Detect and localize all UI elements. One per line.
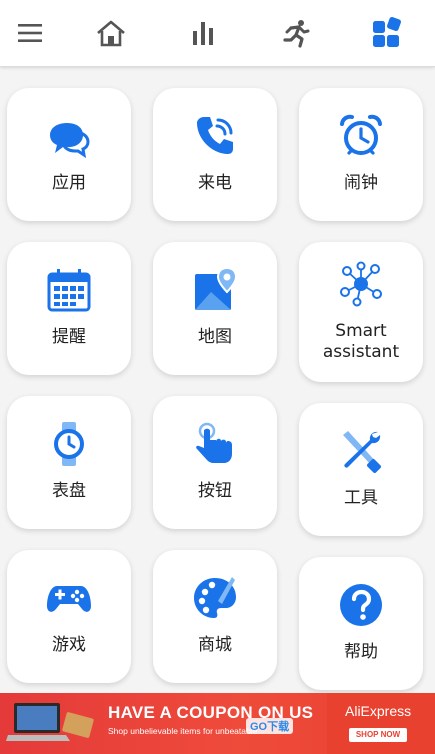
- tile-games-label: 游戏: [52, 635, 86, 655]
- menu-button[interactable]: [10, 13, 50, 53]
- tile-apps-label: 应用: [52, 173, 86, 193]
- message-icon: [45, 112, 93, 160]
- tile-incoming-call[interactable]: 来电: [153, 88, 277, 221]
- tile-incoming-call-label: 来电: [198, 173, 232, 193]
- palette-icon: [191, 574, 239, 622]
- tile-alarm-label: 闹钟: [344, 173, 378, 193]
- gamepad-icon: [45, 574, 93, 622]
- menu-icon: [18, 24, 42, 42]
- tile-apps[interactable]: 应用: [7, 88, 131, 221]
- tile-map-label: 地图: [198, 327, 232, 347]
- watch-icon: [45, 420, 93, 468]
- ad-banner[interactable]: HAVE A COUPON ON US Shop unbelievable it…: [0, 693, 435, 754]
- press-button-icon: [191, 420, 239, 468]
- bar-chart-icon: [193, 22, 213, 45]
- tile-watch-face-label: 表盘: [52, 481, 86, 501]
- tile-tools[interactable]: 工具: [299, 403, 423, 536]
- tile-help-label: 帮助: [344, 642, 378, 662]
- apps-grid-icon: [373, 17, 401, 47]
- top-navigation-bar: [0, 0, 435, 67]
- help-icon: [337, 581, 385, 629]
- tile-store[interactable]: 商城: [153, 550, 277, 683]
- activity-tab[interactable]: [276, 13, 316, 53]
- tile-map[interactable]: 地图: [153, 242, 277, 375]
- home-icon: [97, 20, 125, 47]
- phone-icon: [191, 112, 239, 160]
- tile-smart-assistant-label: Smart assistant: [322, 321, 400, 362]
- tile-store-label: 商城: [198, 635, 232, 655]
- watermark-logo: GO下载: [246, 718, 294, 734]
- running-icon: [283, 20, 310, 48]
- tile-reminder[interactable]: 提醒: [7, 242, 131, 375]
- ad-brand: AliExpress: [345, 703, 412, 719]
- smart-assistant-icon: [337, 260, 385, 308]
- tools-icon: [337, 427, 385, 475]
- ad-subtext: Shop unbelievable items for unbeatable: [108, 726, 258, 736]
- tile-reminder-label: 提醒: [52, 327, 86, 347]
- apps-tab[interactable]: [367, 13, 407, 53]
- alarm-clock-icon: [337, 112, 385, 160]
- tile-games[interactable]: 游戏: [7, 550, 131, 683]
- tile-button[interactable]: 按钮: [153, 396, 277, 529]
- home-tab[interactable]: [91, 13, 131, 53]
- tile-alarm[interactable]: 闹钟: [299, 88, 423, 221]
- tile-tools-label: 工具: [344, 488, 378, 508]
- tile-smart-assistant[interactable]: Smart assistant: [299, 242, 423, 382]
- tile-button-label: 按钮: [198, 481, 232, 501]
- tile-help[interactable]: 帮助: [299, 557, 423, 690]
- ad-shop-now-button[interactable]: SHOP NOW: [349, 728, 407, 742]
- laptop-product-icon: [6, 703, 94, 741]
- map-icon: [191, 266, 239, 314]
- tile-watch-face[interactable]: 表盘: [7, 396, 131, 529]
- calendar-icon: [45, 266, 93, 314]
- statistics-tab[interactable]: [183, 13, 223, 53]
